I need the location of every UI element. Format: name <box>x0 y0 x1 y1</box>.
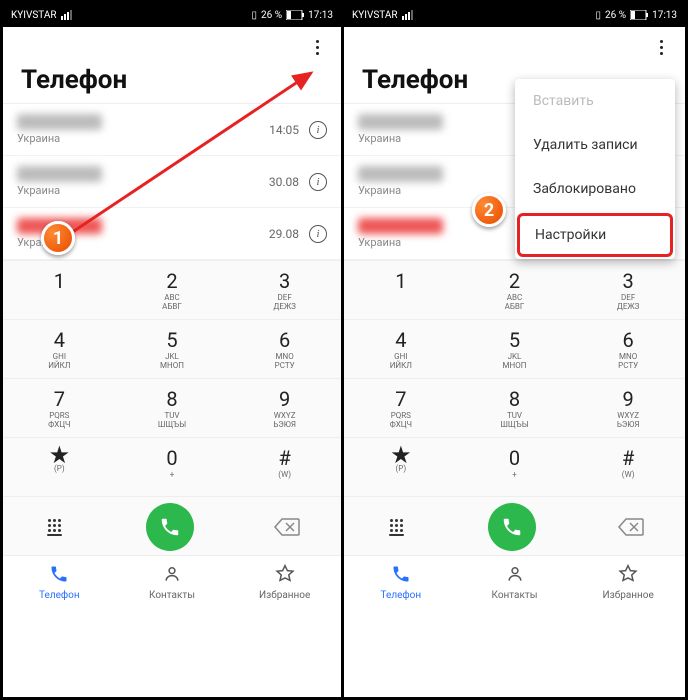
nav-phone[interactable]: Телефон <box>344 564 458 601</box>
call-location: Украина <box>17 184 269 197</box>
hide-dialpad-button[interactable] <box>43 515 67 539</box>
dialpad-key-4[interactable]: 4GHIИЙКЛ <box>344 320 458 379</box>
dialpad-key-0[interactable]: 0+ <box>116 438 229 497</box>
call-time: 14:05 <box>269 123 299 137</box>
overflow-menu-button[interactable] <box>649 35 673 59</box>
overflow-menu-dropdown: Вставить Удалить записи Заблокировано На… <box>515 79 675 259</box>
nav-contacts[interactable]: Контакты <box>458 564 572 601</box>
vibrate-icon: ▯ <box>252 10 258 21</box>
dialpad-key-4[interactable]: 4GHIИЙКЛ <box>3 320 116 379</box>
dialpad-key-5[interactable]: 5JKLМНОП <box>458 320 572 379</box>
header: Телефон <box>3 27 341 103</box>
overflow-menu-button[interactable] <box>305 35 329 59</box>
dialpad-key-8[interactable]: 8TUVШЩЪЫ <box>116 379 229 438</box>
call-button[interactable] <box>146 503 194 551</box>
menu-item-settings[interactable]: Настройки <box>517 213 673 257</box>
dial-actions <box>344 497 685 555</box>
dialpad-key-★[interactable]: ★(P) <box>344 438 458 497</box>
dialpad-key-2[interactable]: 2ABCАБВГ <box>116 261 229 320</box>
menu-item-delete-records[interactable]: Удалить записи <box>515 123 675 167</box>
carrier-label: KYIVSTAR <box>11 10 57 21</box>
clock: 17:13 <box>652 10 677 21</box>
dialpad-key-7[interactable]: 7PQRSФХЦЧ <box>3 379 116 438</box>
battery-percent: 26 % <box>261 10 282 21</box>
nav-phone[interactable]: Телефон <box>3 564 116 601</box>
dialpad-key-6[interactable]: 6MNOРСТУ <box>571 320 685 379</box>
dialpad-key-1[interactable]: 1 <box>3 261 116 320</box>
carrier-label: KYIVSTAR <box>352 10 398 21</box>
backspace-button[interactable] <box>273 517 301 537</box>
call-log-item[interactable]: Украина 14:05 i <box>3 104 341 156</box>
bottom-nav: ТелефонКонтактыИзбранное <box>3 555 341 605</box>
screen-right: KYIVSTAR ▯ 26 % 17:13 Телефон Вставить У… <box>344 3 685 697</box>
battery-percent: 26 % <box>605 10 626 21</box>
header: Телефон Вставить Удалить записи Заблокир… <box>344 27 685 103</box>
dialpad: 1 2ABCАБВГ3DEFДЕЖЗ 4GHIИЙКЛ5JKLМНОП6MNOРС… <box>3 260 341 497</box>
dialpad: 1 2ABCАБВГ3DEFДЕЖЗ 4GHIИЙКЛ5JKLМНОП6MNOРС… <box>344 260 685 497</box>
menu-item-blocked[interactable]: Заблокировано <box>515 167 675 211</box>
dialpad-key-9[interactable]: 9WXYZЬЭЮЯ <box>571 379 685 438</box>
dialpad-key-5[interactable]: 5JKLМНОП <box>116 320 229 379</box>
dialpad-key-8[interactable]: 8TUVШЩЪЫ <box>458 379 572 438</box>
status-bar: KYIVSTAR ▯ 26 % 17:13 <box>3 3 341 27</box>
nav-star[interactable]: Избранное <box>571 564 685 601</box>
dialpad-key-6[interactable]: 6MNOРСТУ <box>228 320 341 379</box>
dialpad-key-3[interactable]: 3DEFДЕЖЗ <box>228 261 341 320</box>
info-icon[interactable]: i <box>309 225 327 243</box>
annotation-marker-1: 1 <box>41 221 75 255</box>
menu-item-paste: Вставить <box>515 79 675 123</box>
dialpad-key-#[interactable]: #(W) <box>571 438 685 497</box>
status-bar: KYIVSTAR ▯ 26 % 17:13 <box>344 3 685 27</box>
nav-contacts[interactable]: Контакты <box>116 564 229 601</box>
call-location: Украина <box>17 132 269 145</box>
backspace-button[interactable] <box>617 517 645 537</box>
dialpad-key-★[interactable]: ★(P) <box>3 438 116 497</box>
dialpad-key-9[interactable]: 9WXYZЬЭЮЯ <box>228 379 341 438</box>
call-time: 29.08 <box>269 227 299 241</box>
dialpad-key-1[interactable]: 1 <box>344 261 458 320</box>
clock: 17:13 <box>308 10 333 21</box>
vibrate-icon: ▯ <box>596 10 602 21</box>
call-button[interactable] <box>488 503 536 551</box>
bottom-nav: ТелефонКонтактыИзбранное <box>344 555 685 605</box>
call-time: 30.08 <box>269 175 299 189</box>
info-icon[interactable]: i <box>309 173 327 191</box>
nav-star[interactable]: Избранное <box>228 564 341 601</box>
page-title: Телефон <box>21 65 323 95</box>
dialpad-key-2[interactable]: 2ABCАБВГ <box>458 261 572 320</box>
dialpad-key-0[interactable]: 0+ <box>458 438 572 497</box>
hide-dialpad-button[interactable] <box>384 515 408 539</box>
screen-left: KYIVSTAR ▯ 26 % 17:13 Телефон Украина 14… <box>3 3 344 697</box>
dialpad-key-3[interactable]: 3DEFДЕЖЗ <box>571 261 685 320</box>
dial-actions <box>3 497 341 555</box>
call-log-item[interactable]: Украина 30.08 i <box>3 156 341 208</box>
dialpad-key-7[interactable]: 7PQRSФХЦЧ <box>344 379 458 438</box>
info-icon[interactable]: i <box>309 121 327 139</box>
dialpad-key-#[interactable]: #(W) <box>228 438 341 497</box>
annotation-marker-2: 2 <box>472 193 506 227</box>
